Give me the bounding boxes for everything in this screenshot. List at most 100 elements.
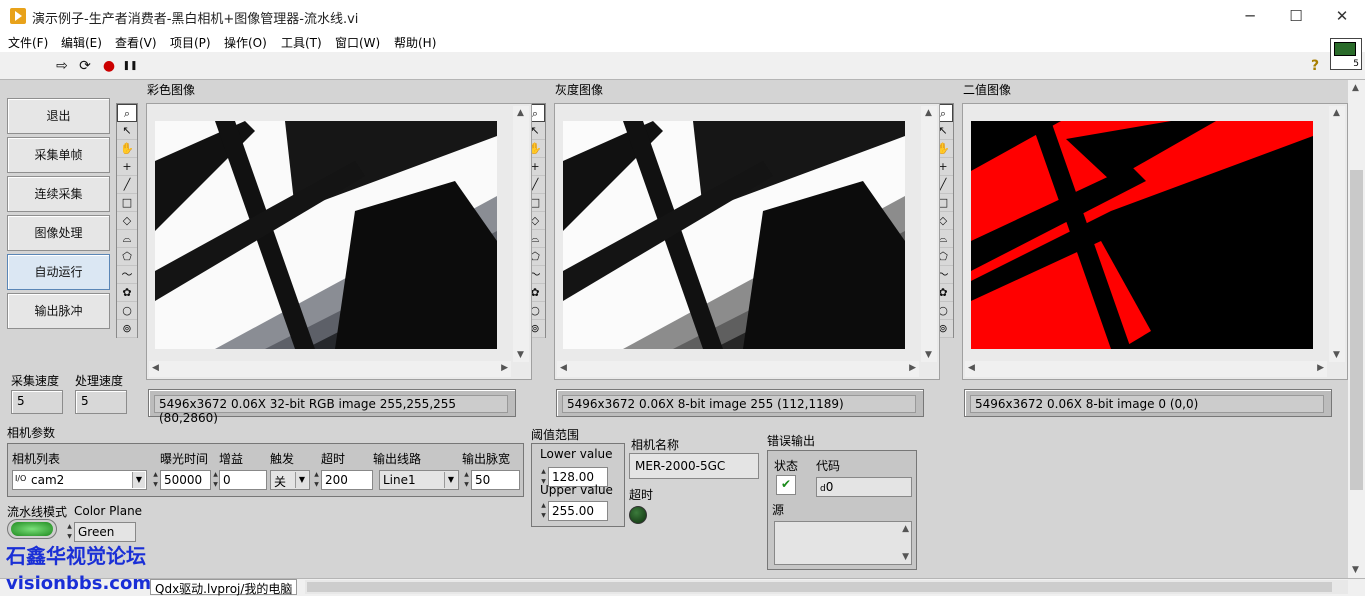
freehand-line-tool-icon[interactable]: 〜 bbox=[117, 266, 137, 284]
output-line-value: Line1 bbox=[383, 473, 416, 487]
vi-icon-number: 5 bbox=[1353, 59, 1359, 69]
rotated-rect-tool-icon[interactable]: ◇ bbox=[117, 212, 137, 230]
lower-value-label: Lower value bbox=[540, 447, 613, 461]
binary-display-hscroll[interactable]: ◀ ▶ bbox=[965, 361, 1327, 377]
menu-edit[interactable]: 编辑(E) bbox=[61, 34, 102, 51]
output-line-select[interactable]: Line1 ▼ bbox=[379, 470, 459, 490]
zoom-tool-icon[interactable]: ⌕ bbox=[117, 104, 137, 122]
menu-operate[interactable]: 操作(O) bbox=[224, 34, 267, 51]
menu-project[interactable]: 项目(P) bbox=[170, 34, 211, 51]
gain-label: 增益 bbox=[219, 452, 244, 466]
context-help-icon[interactable]: ? bbox=[1306, 57, 1324, 75]
polygon-tool-icon[interactable]: ⬠ bbox=[117, 248, 137, 266]
binary-image bbox=[971, 121, 1313, 349]
menu-view[interactable]: 查看(V) bbox=[115, 34, 157, 51]
timeout-input[interactable]: 200 bbox=[321, 470, 373, 490]
rectangle-tool-icon[interactable]: □ bbox=[117, 194, 137, 212]
upper-value-input[interactable]: 255.00 bbox=[548, 501, 608, 521]
timeout-spinner-icon[interactable]: ▲ ▼ bbox=[313, 470, 320, 490]
threshold-cluster: Lower value ▲ ▼ 128.00 Upper value ▲ ▼ 255… bbox=[531, 443, 625, 527]
menu-file[interactable]: 文件(F) bbox=[8, 34, 48, 51]
binary-display-vscroll[interactable]: ▲ ▼ bbox=[1329, 106, 1345, 362]
binary-image-display[interactable]: ▲ ▼ ◀ ▶ bbox=[962, 103, 1348, 380]
continuous-capture-button[interactable]: 连续采集 bbox=[7, 176, 110, 212]
color-plane-label: Color Plane bbox=[74, 504, 143, 518]
freehand-region-tool-icon[interactable]: ✿ bbox=[117, 284, 137, 302]
oval-tool-icon[interactable]: ○ bbox=[117, 302, 137, 320]
minimize-button[interactable]: ─ bbox=[1230, 4, 1270, 28]
auto-run-button[interactable]: 自动运行 bbox=[7, 254, 110, 290]
single-capture-button[interactable]: 采集单帧 bbox=[7, 137, 110, 173]
run-arrow-icon[interactable]: ⇨ bbox=[53, 57, 71, 75]
gray-display-hscroll[interactable]: ◀ ▶ bbox=[557, 361, 919, 377]
labview-app-icon bbox=[10, 8, 26, 24]
pulse-width-input[interactable]: 50 bbox=[471, 470, 520, 490]
trigger-select[interactable]: 关 ▼ bbox=[270, 470, 310, 490]
dropdown-arrow-icon[interactable]: ▼ bbox=[444, 472, 457, 488]
menu-bar: 文件(F) 编辑(E) 查看(V) 项目(P) 操作(O) 工具(T) 窗口(W… bbox=[0, 32, 1365, 52]
pause-icon[interactable]: ❚❚ bbox=[121, 57, 139, 75]
timeout-led-label: 超时 bbox=[629, 488, 654, 502]
color-display-vscroll[interactable]: ▲ ▼ bbox=[513, 106, 529, 362]
menu-tools[interactable]: 工具(T) bbox=[281, 34, 322, 51]
color-image-label: 彩色图像 bbox=[147, 83, 196, 97]
line-tool-icon[interactable]: ╱ bbox=[117, 176, 137, 194]
pulse-spinner-icon[interactable]: ▲ ▼ bbox=[463, 470, 470, 490]
annulus-tool-icon[interactable]: ⌓ bbox=[117, 230, 137, 248]
color-image-display[interactable]: ▲ ▼ ◀ ▶ bbox=[146, 103, 532, 380]
gray-image-label: 灰度图像 bbox=[555, 83, 604, 97]
front-panel-hscroll[interactable] bbox=[305, 580, 1348, 594]
error-out-cluster: 状态 ✔ 代码 d0 源 ▲ ▼ bbox=[767, 450, 917, 570]
window-title: 演示例子-生产者消费者-黑白相机+图像管理器-流水线.vi bbox=[32, 12, 359, 27]
image-process-button[interactable]: 图像处理 bbox=[7, 215, 110, 251]
close-button[interactable]: ✕ bbox=[1322, 4, 1362, 28]
camera-params-cluster: 相机列表 I/O cam2 ▼ 曝光时间 ▲ ▼ 50000 增益 ▲ ▼ 0 触发… bbox=[7, 443, 524, 497]
camera-list-select[interactable]: I/O cam2 ▼ bbox=[12, 470, 147, 490]
toolbar: ⇨ ⟳ ● ❚❚ ? bbox=[0, 52, 1365, 80]
error-source-value: ▲ ▼ bbox=[774, 521, 912, 565]
pan-tool-icon[interactable]: ✋ bbox=[117, 140, 137, 158]
maximize-button[interactable]: ☐ bbox=[1276, 4, 1316, 28]
error-status-label: 状态 bbox=[774, 459, 799, 473]
error-out-label: 错误输出 bbox=[767, 434, 816, 448]
color-display-hscroll[interactable]: ◀ ▶ bbox=[149, 361, 511, 377]
watermark-title: 石鑫华视觉论坛 bbox=[6, 544, 146, 568]
gray-image-info: 5496x3672 0.06X 8-bit image 255 (112,118… bbox=[562, 395, 916, 413]
menu-help[interactable]: 帮助(H) bbox=[394, 34, 436, 51]
color-image-info-bar: 5496x3672 0.06X 32-bit RGB image 255,255… bbox=[148, 389, 516, 425]
error-code-value: d0 bbox=[816, 477, 912, 497]
upper-spinner-icon[interactable]: ▲ ▼ bbox=[540, 501, 547, 521]
circle-tool-icon[interactable]: ⊚ bbox=[117, 320, 137, 338]
pipeline-mode-toggle[interactable] bbox=[7, 519, 57, 539]
title-bar: 演示例子-生产者消费者-黑白相机+图像管理器-流水线.vi ─ ☐ ✕ bbox=[0, 0, 1365, 32]
camera-name-label: 相机名称 bbox=[631, 438, 680, 452]
gain-spinner-icon[interactable]: ▲ ▼ bbox=[212, 470, 219, 490]
error-code: 0 bbox=[825, 480, 834, 494]
gray-image-display[interactable]: ▲ ▼ ◀ ▶ bbox=[554, 103, 940, 380]
exit-button[interactable]: 退出 bbox=[7, 98, 110, 134]
abort-icon[interactable]: ● bbox=[100, 57, 118, 75]
camera-list-label: 相机列表 bbox=[12, 452, 61, 466]
gray-display-vscroll[interactable]: ▲ ▼ bbox=[921, 106, 937, 362]
camera-list-value: cam2 bbox=[31, 473, 65, 487]
run-continuously-icon[interactable]: ⟳ bbox=[76, 57, 94, 75]
exposure-label: 曝光时间 bbox=[160, 452, 209, 466]
vi-icon: 5 bbox=[1330, 38, 1362, 70]
tool-palette-color: ⌕ ↖ ✋ + ╱ □ ◇ ⌓ ⬠ 〜 ✿ ○ ⊚ bbox=[116, 103, 138, 338]
pipeline-mode-label: 流水线模式 bbox=[7, 505, 68, 519]
binary-image-label: 二值图像 bbox=[963, 83, 1012, 97]
menu-window[interactable]: 窗口(W) bbox=[335, 34, 380, 51]
output-pulse-button[interactable]: 输出脉冲 bbox=[7, 293, 110, 329]
gain-input[interactable]: 0 bbox=[219, 470, 267, 490]
color-plane-select[interactable]: Green bbox=[74, 522, 136, 542]
status-check-icon: ✔ bbox=[776, 475, 796, 495]
point-tool-icon[interactable]: + bbox=[117, 158, 137, 176]
pointer-tool-icon[interactable]: ↖ bbox=[117, 122, 137, 140]
exposure-input[interactable]: 50000 bbox=[160, 470, 211, 490]
exposure-spinner-icon[interactable]: ▲ ▼ bbox=[152, 470, 159, 490]
color-plane-spinner-icon[interactable]: ▲ ▼ bbox=[66, 522, 73, 542]
dropdown-arrow-icon[interactable]: ▼ bbox=[132, 472, 145, 488]
front-panel-vscroll[interactable]: ▲ ▼ bbox=[1348, 80, 1365, 578]
watermark-url: visionbbs.com bbox=[6, 573, 152, 594]
dropdown-arrow-icon[interactable]: ▼ bbox=[295, 472, 308, 488]
